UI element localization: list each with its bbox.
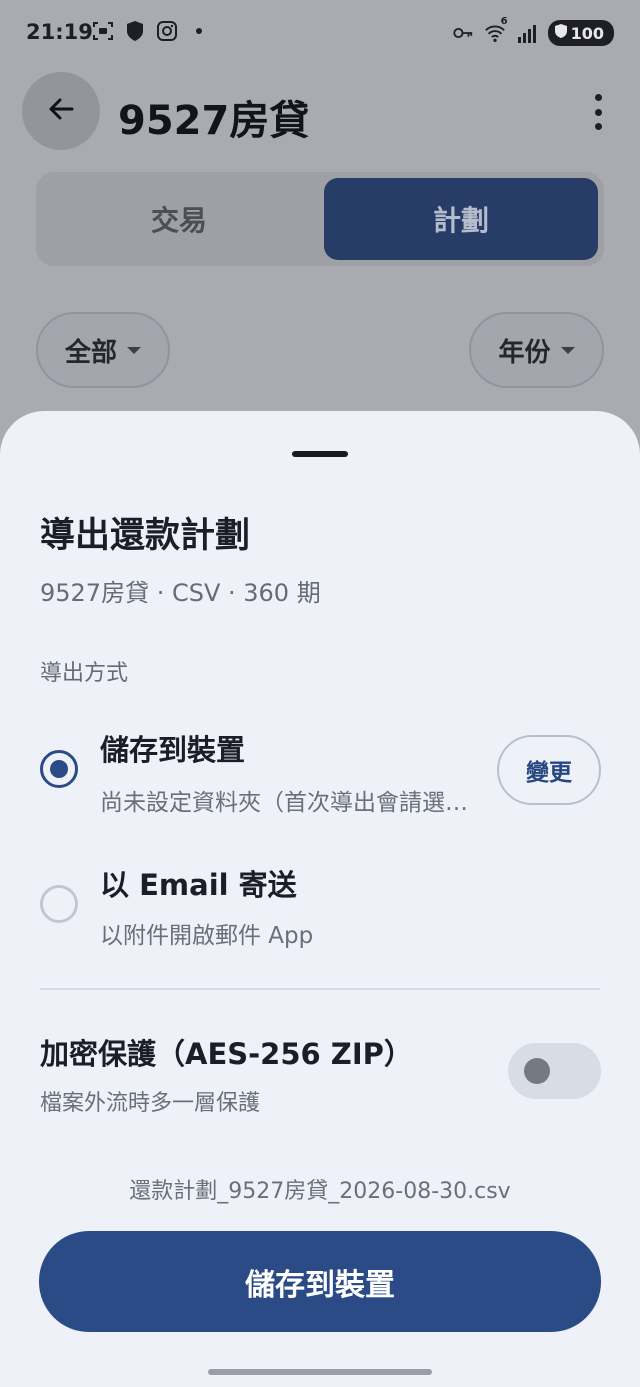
notification-dot-icon (188, 20, 210, 42)
year-filter-label: 年份 (498, 337, 551, 368)
divider (40, 988, 600, 990)
save-to-device-radio[interactable] (40, 750, 78, 788)
tab-transactions[interactable]: 交易 (42, 178, 316, 260)
tab-switcher: 交易 計劃 (36, 172, 604, 266)
send-email-title[interactable]: 以 Email 寄送 (100, 862, 297, 904)
shield-icon (124, 20, 146, 42)
export-method-label: 導出方式 (40, 661, 129, 686)
battery-indicator: 100 (547, 20, 614, 46)
battery-level: 100 (570, 23, 604, 43)
wifi-icon: 6 (484, 16, 508, 44)
send-email-radio[interactable] (40, 885, 78, 923)
caret-down-icon (127, 346, 141, 354)
scope-filter-label: 全部 (64, 337, 117, 368)
year-filter-dropdown[interactable]: 年份 (469, 312, 604, 388)
gesture-nav-bar[interactable] (208, 1369, 432, 1375)
sheet-subtitle: 9527房貸 · CSV · 360 期 (40, 579, 321, 607)
status-time: 21:19 (26, 20, 93, 44)
encryption-title: 加密保護（AES-256 ZIP） (40, 1037, 413, 1071)
save-to-device-title[interactable]: 儲存到裝置 (100, 727, 245, 769)
encryption-toggle[interactable] (508, 1043, 601, 1099)
tab-plan[interactable]: 計劃 (324, 178, 598, 260)
status-bar: 21:19 6 100 (0, 0, 640, 66)
caret-down-icon (560, 346, 575, 354)
network-type: 6 (500, 16, 508, 27)
signal-icon (516, 22, 538, 44)
scope-filter-dropdown[interactable]: 全部 (36, 312, 170, 388)
save-to-device-desc: 尚未設定資料夾（首次導出會請選擇資料夾） (100, 790, 475, 816)
save-to-device-button[interactable]: 儲存到裝置 (39, 1231, 601, 1332)
sheet-title: 導出還款計劃 (40, 516, 251, 556)
change-folder-button[interactable]: 變更 (497, 735, 601, 805)
vpn-key-icon (452, 22, 474, 44)
drag-handle[interactable] (292, 451, 348, 457)
back-button[interactable] (22, 72, 100, 150)
instagram-icon (156, 20, 178, 42)
export-bottom-sheet: 導出還款計劃 9527房貸 · CSV · 360 期 導出方式 儲存到裝置 尚… (0, 411, 640, 1387)
page-title: 9527房貸 (118, 98, 310, 144)
battery-shield-icon (554, 23, 568, 43)
encryption-desc: 檔案外流時多一層保護 (40, 1091, 261, 1116)
more-options-icon[interactable] (592, 94, 604, 130)
arrow-left-icon (46, 94, 76, 128)
screenshot-icon (92, 20, 114, 42)
export-filename: 還款計劃_9527房貸_2026-08-30.csv (129, 1179, 511, 1204)
send-email-desc: 以附件開啟郵件 App (100, 923, 314, 949)
